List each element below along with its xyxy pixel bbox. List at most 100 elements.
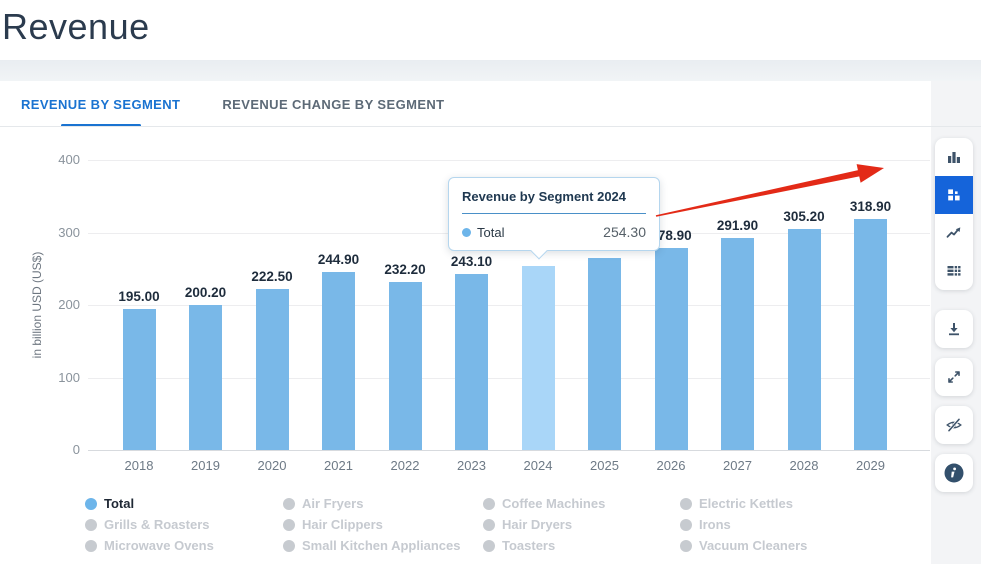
y-tick-label: 200 (38, 297, 80, 312)
legend-item-total[interactable]: Total (85, 493, 283, 514)
line-chart-icon (945, 224, 963, 242)
bar-chart-icon (945, 148, 963, 166)
bar-2022[interactable] (389, 282, 422, 450)
legend-item-coffee-machines[interactable]: Coffee Machines (483, 493, 680, 514)
legend-item-label: Coffee Machines (502, 496, 605, 511)
tooltip-series-label: Total (477, 225, 504, 240)
bar-2024[interactable] (522, 266, 555, 450)
legend-dot-icon (483, 540, 495, 552)
legend-dot-icon (483, 519, 495, 531)
legend-item-electric-kettles[interactable]: Electric Kettles (680, 493, 807, 514)
x-tick-label-2027: 2027 (723, 458, 752, 473)
segmented-bar-chart-button[interactable] (935, 176, 973, 214)
y-tick-label: 0 (38, 442, 80, 457)
fullscreen-button[interactable] (935, 358, 973, 396)
legend-item-air-fryers[interactable]: Air Fryers (283, 493, 483, 514)
bar-2026[interactable] (655, 248, 688, 450)
bar-2019[interactable] (189, 305, 222, 450)
legend-item-hair-dryers[interactable]: Hair Dryers (483, 514, 680, 535)
y-axis-title: in billion USD (US$) (30, 252, 44, 359)
value-label-2022: 232.20 (384, 262, 425, 277)
tab-revenue-change-by-segment[interactable]: REVENUE CHANGE BY SEGMENT (201, 81, 465, 127)
gridline-0 (88, 450, 930, 451)
value-label-2019: 200.20 (185, 285, 226, 300)
legend-dot-icon (85, 519, 97, 531)
legend-item-label: Hair Dryers (502, 517, 572, 532)
y-tick-label: 300 (38, 225, 80, 240)
tab-bar: REVENUE BY SEGMENTREVENUE CHANGE BY SEGM… (0, 81, 936, 127)
legend-column: Total Grills & Roasters Microwave Ovens (85, 493, 283, 556)
tab-bar-border (0, 126, 981, 127)
bar-2021[interactable] (322, 272, 355, 450)
x-tick-label-2021: 2021 (324, 458, 353, 473)
tooltip-series-value: 254.30 (603, 224, 646, 240)
legend-column: Coffee Machines Hair Dryers Toasters (483, 493, 680, 556)
value-label-2023: 243.10 (451, 254, 492, 269)
line-chart-button[interactable] (935, 214, 973, 252)
header-band (0, 60, 981, 81)
x-tick-label-2025: 2025 (590, 458, 619, 473)
chart-type-toolbar (935, 138, 973, 290)
value-label-2021: 244.90 (318, 252, 359, 267)
bar-2023[interactable] (455, 274, 488, 450)
legend-item-irons[interactable]: Irons (680, 514, 807, 535)
series-dot-icon (462, 228, 471, 237)
legend-item-hair-clippers[interactable]: Hair Clippers (283, 514, 483, 535)
x-tick-label-2028: 2028 (790, 458, 819, 473)
legend-item-label: Vacuum Cleaners (699, 538, 807, 553)
x-tick-label-2018: 2018 (125, 458, 154, 473)
bar-2025[interactable] (588, 258, 621, 450)
tab-revenue-by-segment[interactable]: REVENUE BY SEGMENT (0, 81, 201, 127)
revenue-widget: Revenue REVENUE BY SEGMENTREVENUE CHANGE… (0, 0, 981, 564)
legend-dot-icon (680, 519, 692, 531)
legend-item-label: Irons (699, 517, 731, 532)
chart-legend: Total Grills & Roasters Microwave Ovens Air… (85, 493, 931, 556)
fullscreen-icon (945, 368, 963, 386)
legend-item-toasters[interactable]: Toasters (483, 535, 680, 556)
bar-2027[interactable] (721, 238, 754, 450)
info-icon (943, 462, 965, 484)
x-tick-label-2029: 2029 (856, 458, 885, 473)
bar-2028[interactable] (788, 229, 821, 450)
value-label-2020: 222.50 (251, 269, 292, 284)
legend-item-vacuum-cleaners[interactable]: Vacuum Cleaners (680, 535, 807, 556)
legend-dot-icon (283, 498, 295, 510)
hide-labels-button[interactable] (935, 406, 973, 444)
legend-dot-icon (680, 498, 692, 510)
x-tick-label-2019: 2019 (191, 458, 220, 473)
legend-dot-icon (283, 540, 295, 552)
bar-chart-button[interactable] (935, 138, 973, 176)
legend-item-label: Microwave Ovens (104, 538, 214, 553)
legend-item-small-kitchen-appliances[interactable]: Small Kitchen Appliances (283, 535, 483, 556)
info-button[interactable] (935, 454, 973, 492)
download-button[interactable] (935, 310, 973, 348)
x-tick-label-2020: 2020 (258, 458, 287, 473)
y-tick-label: 100 (38, 370, 80, 385)
legend-item-microwave-ovens[interactable]: Microwave Ovens (85, 535, 283, 556)
legend-item-label: Air Fryers (302, 496, 363, 511)
legend-item-label: Small Kitchen Appliances (302, 538, 460, 553)
legend-item-grills-roasters[interactable]: Grills & Roasters (85, 514, 283, 535)
value-label-2029: 318.90 (850, 199, 891, 214)
legend-dot-icon (283, 519, 295, 531)
page-title: Revenue (2, 6, 150, 48)
chart-tooltip: Revenue by Segment 2024 Total 254.30 (448, 177, 660, 251)
value-label-2028: 305.20 (783, 209, 824, 224)
y-tick-label: 400 (38, 152, 80, 167)
bar-2018[interactable] (123, 309, 156, 450)
segmented-bar-chart-icon (945, 186, 963, 204)
legend-item-label: Electric Kettles (699, 496, 793, 511)
x-tick-label-2022: 2022 (391, 458, 420, 473)
legend-dot-icon (680, 540, 692, 552)
legend-item-label: Total (104, 496, 134, 511)
bar-2020[interactable] (256, 289, 289, 450)
x-tick-label-2026: 2026 (657, 458, 686, 473)
bar-2029[interactable] (854, 219, 887, 450)
data-table-button[interactable] (935, 252, 973, 290)
legend-item-label: Hair Clippers (302, 517, 383, 532)
tooltip-row: Total 254.30 (462, 224, 646, 240)
tooltip-title: Revenue by Segment 2024 (462, 189, 646, 204)
download-icon (945, 320, 963, 338)
legend-dot-icon (85, 540, 97, 552)
legend-dot-icon (85, 498, 97, 510)
